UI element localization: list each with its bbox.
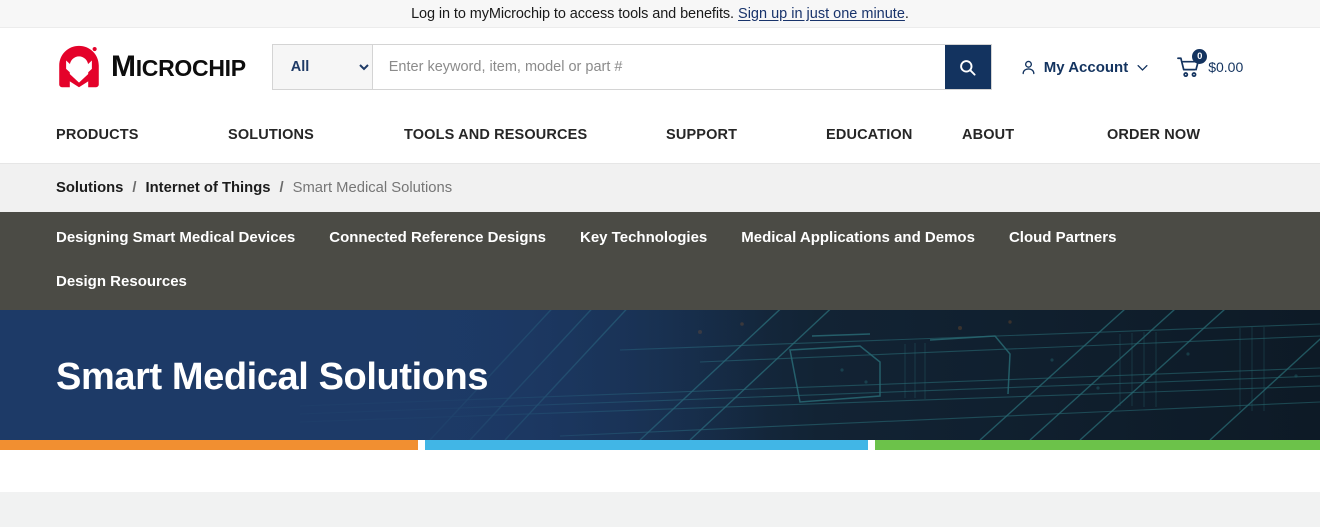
announcement-message: Log in to myMicrochip to access tools an… [411,5,734,22]
stripe-gap [418,440,425,450]
breadcrumb-item-internet-of-things[interactable]: Internet of Things [146,180,271,196]
subnav-item-key-technologies[interactable]: Key Technologies [580,226,707,250]
stripe-gap [868,440,875,450]
chevron-down-icon [1137,64,1148,71]
nav-item-products[interactable]: PRODUCTS [56,127,228,143]
nav-item-solutions[interactable]: SOLUTIONS [228,127,404,143]
breadcrumb-separator: / [132,180,137,196]
subnav-item-cloud-partners[interactable]: Cloud Partners [1009,226,1117,250]
my-account-menu[interactable]: My Account [1020,59,1150,76]
hero-banner: Smart Medical Solutions [0,310,1320,440]
search-bar: All [271,44,992,90]
accent-stripe-blue [425,440,868,450]
search-scope-select[interactable]: All [272,45,373,89]
announcement-bar: Log in to myMicrochip to access tools an… [0,0,1320,28]
my-account-label: My Account [1043,58,1129,76]
subnav-item-medical-applications-and-demos[interactable]: Medical Applications and Demos [741,226,975,250]
nav-item-tools-and-resources[interactable]: TOOLS AND RESOURCES [404,127,666,143]
microchip-logo-icon [59,45,99,88]
nav-item-education[interactable]: EDUCATION [826,127,962,143]
section-navigation: Designing Smart Medical Devices Connecte… [0,212,1320,310]
search-input[interactable] [372,45,945,89]
accent-stripe-bar [0,440,1320,450]
shopping-cart[interactable]: 0 $0.00 [1176,49,1244,78]
main-navigation: PRODUCTS SOLUTIONS TOOLS AND RESOURCES S… [0,106,1320,164]
subnav-item-connected-reference-designs[interactable]: Connected Reference Designs [329,226,546,250]
page-title: Smart Medical Solutions [56,356,489,398]
subnav-item-design-resources[interactable]: Design Resources [56,270,187,294]
nav-item-support[interactable]: SUPPORT [666,127,826,143]
breadcrumb-item-solutions[interactable]: Solutions [56,180,123,196]
announcement-trailing: . [904,5,909,22]
signup-link[interactable]: Sign up in just one minute [738,6,905,22]
nav-item-order-now[interactable]: ORDER NOW [1107,127,1200,143]
microchip-wordmark: MICROCHIP [111,50,246,83]
breadcrumb: Solutions / Internet of Things / Smart M… [0,164,1320,212]
accent-stripe-orange [0,440,418,450]
site-header: MICROCHIP All My Account [0,28,1320,106]
microchip-logo[interactable]: MICROCHIP [56,44,246,90]
subnav-item-designing-smart-medical-devices[interactable]: Designing Smart Medical Devices [56,226,295,250]
person-icon [1022,60,1035,74]
cart-total: $0.00 [1208,59,1244,75]
cart-count-badge: 0 [1192,49,1208,64]
breadcrumb-separator: / [279,180,284,196]
content-gray-section [0,492,1320,527]
accent-stripe-green [875,440,1320,450]
breadcrumb-item-current: Smart Medical Solutions [292,180,453,196]
header-actions: My Account 0 $0.00 [1020,49,1244,78]
search-button[interactable] [944,45,991,89]
search-icon [960,59,976,76]
content-white-spacer [0,450,1320,492]
nav-item-about[interactable]: ABOUT [962,127,1107,143]
